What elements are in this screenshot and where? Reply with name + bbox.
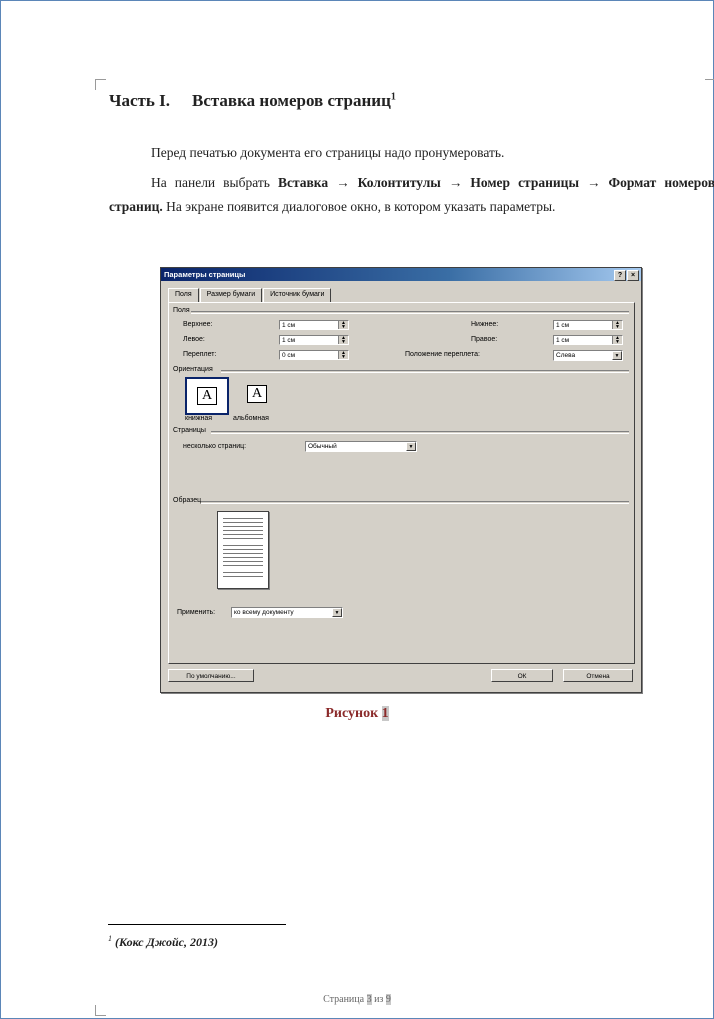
spin-arrows-icon[interactable]: ▲ ▼ — [338, 336, 348, 345]
dialog-title: Параметры страницы — [164, 270, 246, 279]
chevron-down-icon[interactable]: ▼ — [332, 608, 342, 617]
paragraph-1: Перед печатью документа его страницы над… — [151, 145, 505, 160]
dialog-titlebar: Параметры страницы ? × — [161, 268, 641, 281]
chevron-down-icon[interactable]: ▼ — [612, 351, 622, 360]
tab-panel: Поля Верхнее: 1 см ▲ ▼ Нижнее: 1 см ▲ ▼ Лево… — [168, 302, 635, 664]
page-of: из — [371, 994, 386, 1005]
figure-caption: Рисунок 1 — [0, 706, 714, 722]
gutter-position-label: Положение переплета: — [405, 351, 480, 358]
tab-paper-size[interactable]: Размер бумаги — [199, 288, 263, 303]
orientation-group-label: Ориентация — [173, 366, 213, 373]
heading-part: Часть I. — [109, 91, 170, 110]
total-pages: 9 — [385, 994, 391, 1005]
right-margin-field[interactable]: 1 см ▲ ▼ — [553, 335, 623, 345]
tab-margins[interactable]: Поля — [168, 288, 199, 303]
right-margin-label: Правое: — [471, 336, 498, 343]
caption-number: 1 — [381, 706, 389, 721]
paragraph-2: На панели выбрать Вставка → Колонтитулы … — [109, 171, 714, 219]
divider — [221, 370, 629, 373]
multiple-pages-select[interactable]: Обычный ▼ — [305, 441, 417, 452]
left-margin-label: Левое: — [183, 336, 205, 343]
crop-mark-bottom-left — [95, 1005, 106, 1016]
gutter-position-select[interactable]: Слева ▼ — [553, 350, 623, 361]
bottom-margin-label: Нижнее: — [471, 321, 499, 328]
portrait-option[interactable]: A — [185, 377, 229, 415]
bottom-margin-field[interactable]: 1 см ▲ ▼ — [553, 320, 623, 330]
portrait-page-icon: A — [196, 387, 218, 405]
heading-title: Вставка номеров страниц — [191, 91, 391, 110]
section-heading: Часть I. Вставка номеров страниц1 — [109, 91, 396, 111]
paragraph-2-prefix: На панели выбрать — [151, 175, 278, 190]
page-setup-dialog-figure: Параметры страницы ? × Поля Размер бумаг… — [160, 267, 642, 693]
tab-paper-source[interactable]: Источник бумаги — [263, 288, 332, 303]
sample-group-label: Образец — [173, 497, 202, 504]
footnote-separator — [108, 924, 286, 925]
apply-to-select[interactable]: ко всему документу ▼ — [231, 607, 343, 618]
pages-group-label: Страницы — [173, 427, 206, 434]
crop-mark-top-right — [705, 79, 714, 90]
page-preview — [217, 511, 269, 589]
multiple-pages-label: несколько страниц: — [183, 443, 247, 450]
landscape-label[interactable]: альбомная — [233, 415, 269, 422]
apply-to-label: Применить: — [177, 609, 216, 616]
spin-arrows-icon[interactable]: ▲ ▼ — [612, 336, 622, 345]
footnote: 1 (Кокс Джойс, 2013) — [108, 934, 218, 950]
page-label: Страница — [323, 994, 367, 1005]
divider — [211, 431, 629, 434]
footnote-mark: 1 — [108, 934, 112, 943]
dialog-tabs: Поля Размер бумаги Источник бумаги — [168, 288, 332, 303]
footnote-text: (Кокс Джойс, 2013) — [115, 935, 218, 949]
chevron-down-icon[interactable]: ▼ — [406, 442, 416, 451]
top-margin-label: Верхнее: — [183, 321, 213, 328]
crop-mark-top-left — [95, 79, 106, 90]
top-margin-field[interactable]: 1 см ▲ ▼ — [279, 320, 349, 330]
spin-arrows-icon[interactable]: ▲ ▼ — [338, 321, 348, 330]
divider — [201, 501, 629, 504]
landscape-page-icon: A — [246, 385, 268, 403]
spin-arrows-icon[interactable]: ▲ ▼ — [612, 321, 622, 330]
margins-group-label: Поля — [173, 307, 190, 314]
cancel-button[interactable]: Отмена — [563, 669, 633, 682]
paragraph-2-suffix: На экране появится диалоговое окно, в ко… — [162, 199, 556, 214]
gutter-field[interactable]: 0 см ▲ ▼ — [279, 350, 349, 360]
landscape-option[interactable]: A — [237, 377, 277, 411]
close-icon[interactable]: × — [627, 270, 639, 281]
spin-arrows-icon[interactable]: ▲ ▼ — [338, 351, 348, 360]
page-number-footer: Страница 3 из 9 — [0, 994, 714, 1005]
divider — [191, 311, 629, 314]
portrait-label[interactable]: книжная — [185, 415, 212, 422]
default-button[interactable]: По умолчанию... — [168, 669, 254, 682]
caption-label: Рисунок — [325, 706, 382, 721]
gutter-label: Переплет: — [183, 351, 217, 358]
left-margin-field[interactable]: 1 см ▲ ▼ — [279, 335, 349, 345]
help-icon[interactable]: ? — [614, 270, 626, 281]
heading-footnote-mark[interactable]: 1 — [391, 91, 396, 102]
ok-button[interactable]: ОК — [491, 669, 553, 682]
